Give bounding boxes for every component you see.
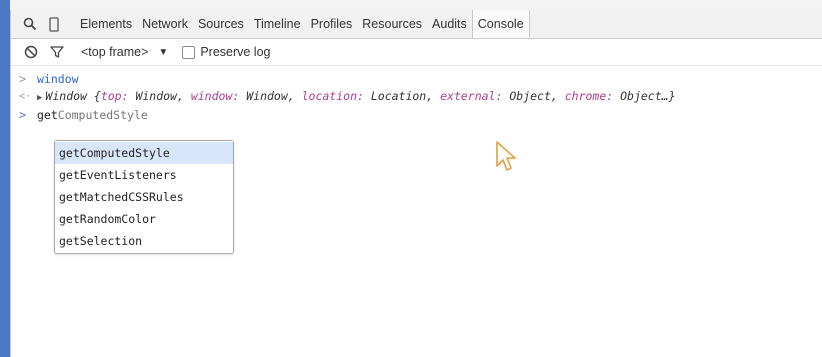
object-key: top: <box>100 89 129 103</box>
tab-elements[interactable]: Elements <box>75 10 137 38</box>
window-top-strip <box>10 0 822 10</box>
expand-triangle-icon[interactable]: ▶ <box>37 93 42 103</box>
inline-suggestion: ComputedStyle <box>57 108 148 122</box>
autocomplete-item[interactable]: getEventListeners <box>55 164 233 186</box>
tab-console[interactable]: Console <box>471 10 530 38</box>
autocomplete-dropdown: getComputedStyle getEventListeners getMa… <box>54 140 234 254</box>
object-key: chrome: <box>564 89 614 103</box>
autocomplete-item[interactable]: getComputedStyle <box>55 142 233 164</box>
console-input-line: > window <box>11 70 822 88</box>
input-prompt-icon: > <box>19 72 27 86</box>
autocomplete-item[interactable]: getSelection <box>55 230 233 252</box>
typed-text[interactable]: get <box>37 106 58 124</box>
object-value: Object…} <box>613 89 676 103</box>
device-mode-icon[interactable] <box>43 13 65 35</box>
frame-selector[interactable]: <top frame> <box>81 45 148 59</box>
clear-console-icon[interactable] <box>21 42 41 62</box>
left-accent-bar <box>0 0 10 357</box>
object-value: Window, <box>128 89 191 103</box>
object-value: Window, <box>239 89 302 103</box>
tab-resources[interactable]: Resources <box>357 10 427 38</box>
tab-sources[interactable]: Sources <box>193 10 249 38</box>
object-key: location: <box>301 89 364 103</box>
autocomplete-item[interactable]: getMatchedCSSRules <box>55 186 233 208</box>
filter-icon[interactable] <box>47 42 67 62</box>
tab-network[interactable]: Network <box>137 10 193 38</box>
active-prompt-icon: > <box>19 108 27 122</box>
tab-audits[interactable]: Audits <box>427 10 472 38</box>
console-filterbar: <top frame> ▼ Preserve log <box>11 39 822 66</box>
console-output: > window <· ▶ Window {top: Window, window… <box>11 66 822 124</box>
object-value: Object, <box>502 89 565 103</box>
tab-profiles[interactable]: Profiles <box>306 10 358 38</box>
tab-timeline[interactable]: Timeline <box>249 10 306 38</box>
preserve-log-label[interactable]: Preserve log <box>200 45 270 59</box>
result-object[interactable]: ▶ Window {top: Window, window: Window, lo… <box>37 87 676 107</box>
preserve-log-checkbox[interactable] <box>182 45 196 59</box>
object-value: Location, <box>363 89 441 103</box>
object-prefix: Window { <box>45 89 101 103</box>
console-input-text: window <box>37 72 79 86</box>
mouse-pointer-icon <box>495 140 517 174</box>
object-key: window: <box>190 89 240 103</box>
console-prompt-line[interactable]: > get ComputedStyle <box>11 106 822 124</box>
object-key: external: <box>440 89 503 103</box>
autocomplete-item[interactable]: getRandomColor <box>55 208 233 230</box>
result-arrow-icon: <· <box>19 91 32 102</box>
console-result-line: <· ▶ Window {top: Window, window: Window,… <box>11 88 822 106</box>
devtools-tabbar: Elements Network Sources Timeline Profil… <box>11 10 822 39</box>
search-icon[interactable] <box>19 13 41 35</box>
dropdown-arrow-icon[interactable]: ▼ <box>158 47 168 58</box>
